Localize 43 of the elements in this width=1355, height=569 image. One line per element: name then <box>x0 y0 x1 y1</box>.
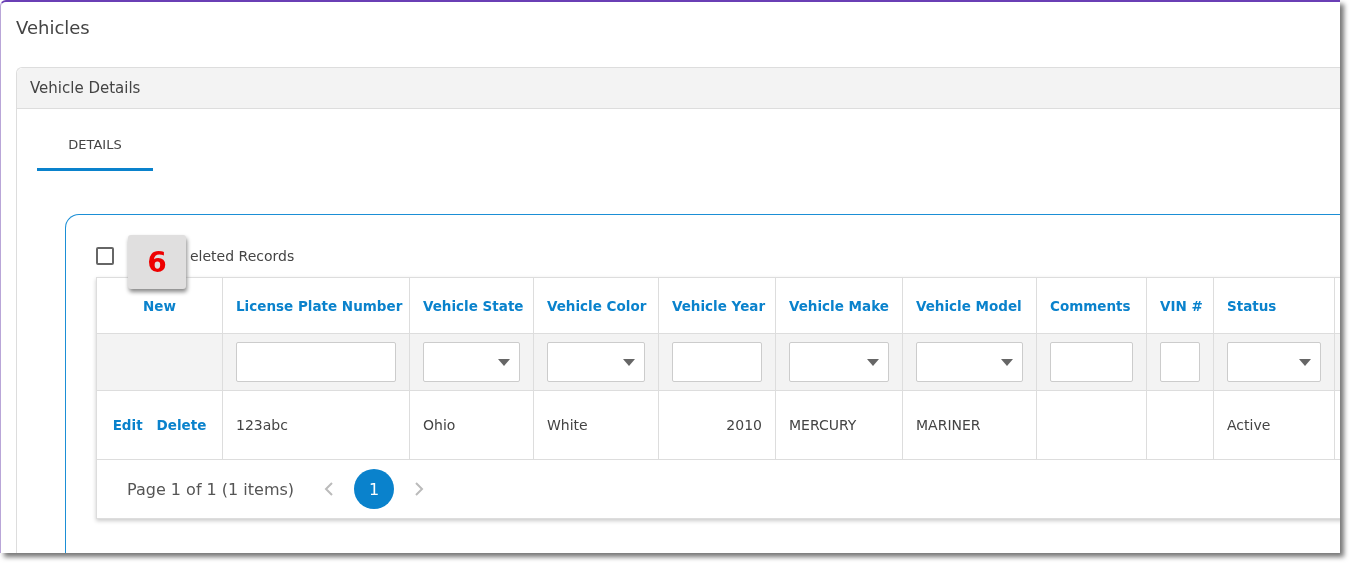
next-page-icon[interactable] <box>414 481 425 497</box>
filter-dropdown[interactable] <box>547 342 645 382</box>
column-header[interactable]: Comments <box>1050 297 1131 314</box>
column-header[interactable]: VIN # <box>1160 297 1203 314</box>
table-cell: MARINER <box>916 417 981 433</box>
checkbox[interactable] <box>96 247 114 265</box>
table-cell: 123abc <box>236 417 288 433</box>
caret-icon <box>1299 358 1311 366</box>
page-title: Vehicles <box>15 16 91 40</box>
filter-dropdown[interactable] <box>423 342 520 382</box>
filter-field[interactable] <box>1050 342 1133 382</box>
caret-icon <box>498 358 510 366</box>
table-cell: Active <box>1227 417 1271 433</box>
filter-field[interactable] <box>672 342 762 382</box>
table-cell: MERCURY <box>789 417 857 433</box>
table-cell: 2010 <box>726 417 762 433</box>
pager-summary: Page 1 of 1 (1 items) <box>127 479 295 499</box>
panel-title: Vehicle Details <box>17 68 1340 109</box>
column-header[interactable]: Vehicle Model <box>916 297 1022 314</box>
checkbox-label: eleted Records <box>190 248 295 264</box>
tab[interactable]: DETAILS <box>37 131 153 171</box>
column-header[interactable]: Vehicle Make <box>789 297 889 314</box>
column-header[interactable]: Vehicle State <box>423 297 524 314</box>
table-cell: White <box>547 417 588 433</box>
column-header[interactable]: Vehicle Year <box>672 297 766 314</box>
table-cell: Ohio <box>423 417 456 433</box>
filter-field[interactable] <box>1160 342 1200 382</box>
caret-icon <box>867 358 879 366</box>
delete-link[interactable]: Delete <box>156 417 207 433</box>
column-header[interactable]: License Plate Number <box>236 297 403 314</box>
page-button[interactable]: 1 <box>354 469 395 509</box>
caret-icon <box>1001 358 1013 366</box>
previous-page-icon[interactable] <box>324 481 335 497</box>
filter-dropdown[interactable] <box>1227 342 1321 382</box>
column-header[interactable]: Status <box>1227 297 1277 314</box>
filter-dropdown[interactable] <box>789 342 889 382</box>
filter-dropdown[interactable] <box>916 342 1023 382</box>
edit-link[interactable]: Edit <box>112 417 143 433</box>
callout-badge: 6 <box>128 235 186 289</box>
new-link[interactable]: New <box>143 297 176 314</box>
caret-icon <box>623 358 635 366</box>
filter-field[interactable] <box>236 342 396 382</box>
column-header[interactable]: Vehicle Color <box>547 297 647 314</box>
